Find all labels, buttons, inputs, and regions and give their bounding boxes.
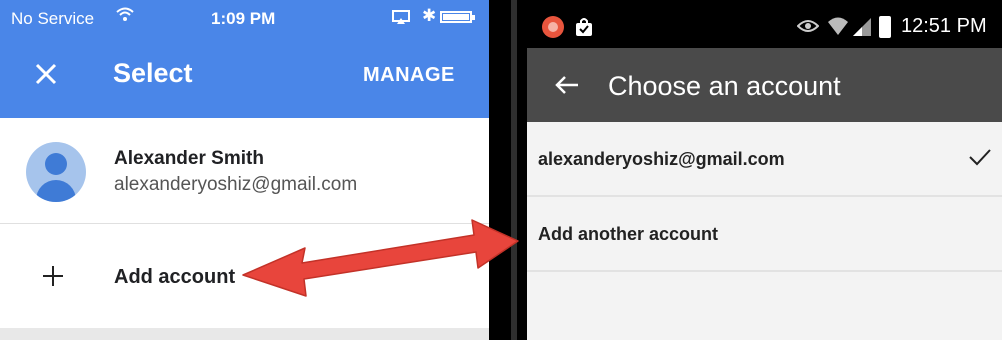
account-email: alexanderyoshiz@gmail.com	[114, 174, 358, 195]
account-item[interactable]: Alexander Smith alexanderyoshiz@gmail.co…	[0, 118, 489, 224]
account-name: Alexander Smith	[114, 148, 264, 169]
ios-status-bar: No Service 1:09 PM ✱	[0, 0, 489, 36]
ios-account-picker: No Service 1:09 PM ✱ Select MANAGE Alexa…	[0, 0, 489, 340]
page-title: Choose an account	[608, 71, 841, 101]
add-account-label: Add account	[114, 266, 236, 288]
back-arrow-icon[interactable]	[555, 75, 579, 95]
android-status-bar: 12:51 PM	[527, 0, 1002, 48]
status-time: 12:51 PM	[901, 15, 987, 37]
add-another-account-label: Add another account	[538, 224, 719, 244]
account-row[interactable]: alexanderyoshiz@gmail.com	[527, 122, 1002, 195]
plus-icon	[43, 266, 63, 286]
wifi-icon	[828, 17, 848, 35]
signal-icon	[853, 18, 871, 36]
status-time: 1:09 PM	[211, 9, 276, 28]
bluetooth-icon: ✱	[422, 6, 437, 25]
manage-button[interactable]: MANAGE	[363, 64, 455, 87]
checkmark-icon	[969, 149, 991, 166]
android-toolbar: Choose an account	[527, 48, 1002, 122]
close-icon[interactable]	[32, 60, 60, 88]
shopping-bag-icon	[576, 18, 592, 36]
add-another-account-row[interactable]: Add another account	[527, 197, 1002, 270]
ios-toolbar: Select MANAGE	[0, 36, 489, 118]
carrier-text: No Service	[11, 9, 95, 28]
divider	[527, 270, 1002, 272]
app-notification-icon	[542, 16, 564, 38]
avatar	[26, 142, 86, 202]
airplay-icon	[392, 10, 410, 24]
battery-icon	[440, 11, 475, 23]
battery-icon	[879, 16, 891, 38]
page-title: Select	[113, 58, 193, 88]
android-account-picker: 12:51 PM Choose an account alexanderyosh…	[527, 0, 1002, 340]
eye-icon	[797, 20, 819, 32]
add-account-button[interactable]: Add account	[0, 224, 489, 328]
wifi-icon	[116, 7, 134, 21]
account-email: alexanderyoshiz@gmail.com	[538, 149, 785, 169]
ios-bottom-bar	[0, 328, 489, 340]
separator	[489, 0, 527, 340]
